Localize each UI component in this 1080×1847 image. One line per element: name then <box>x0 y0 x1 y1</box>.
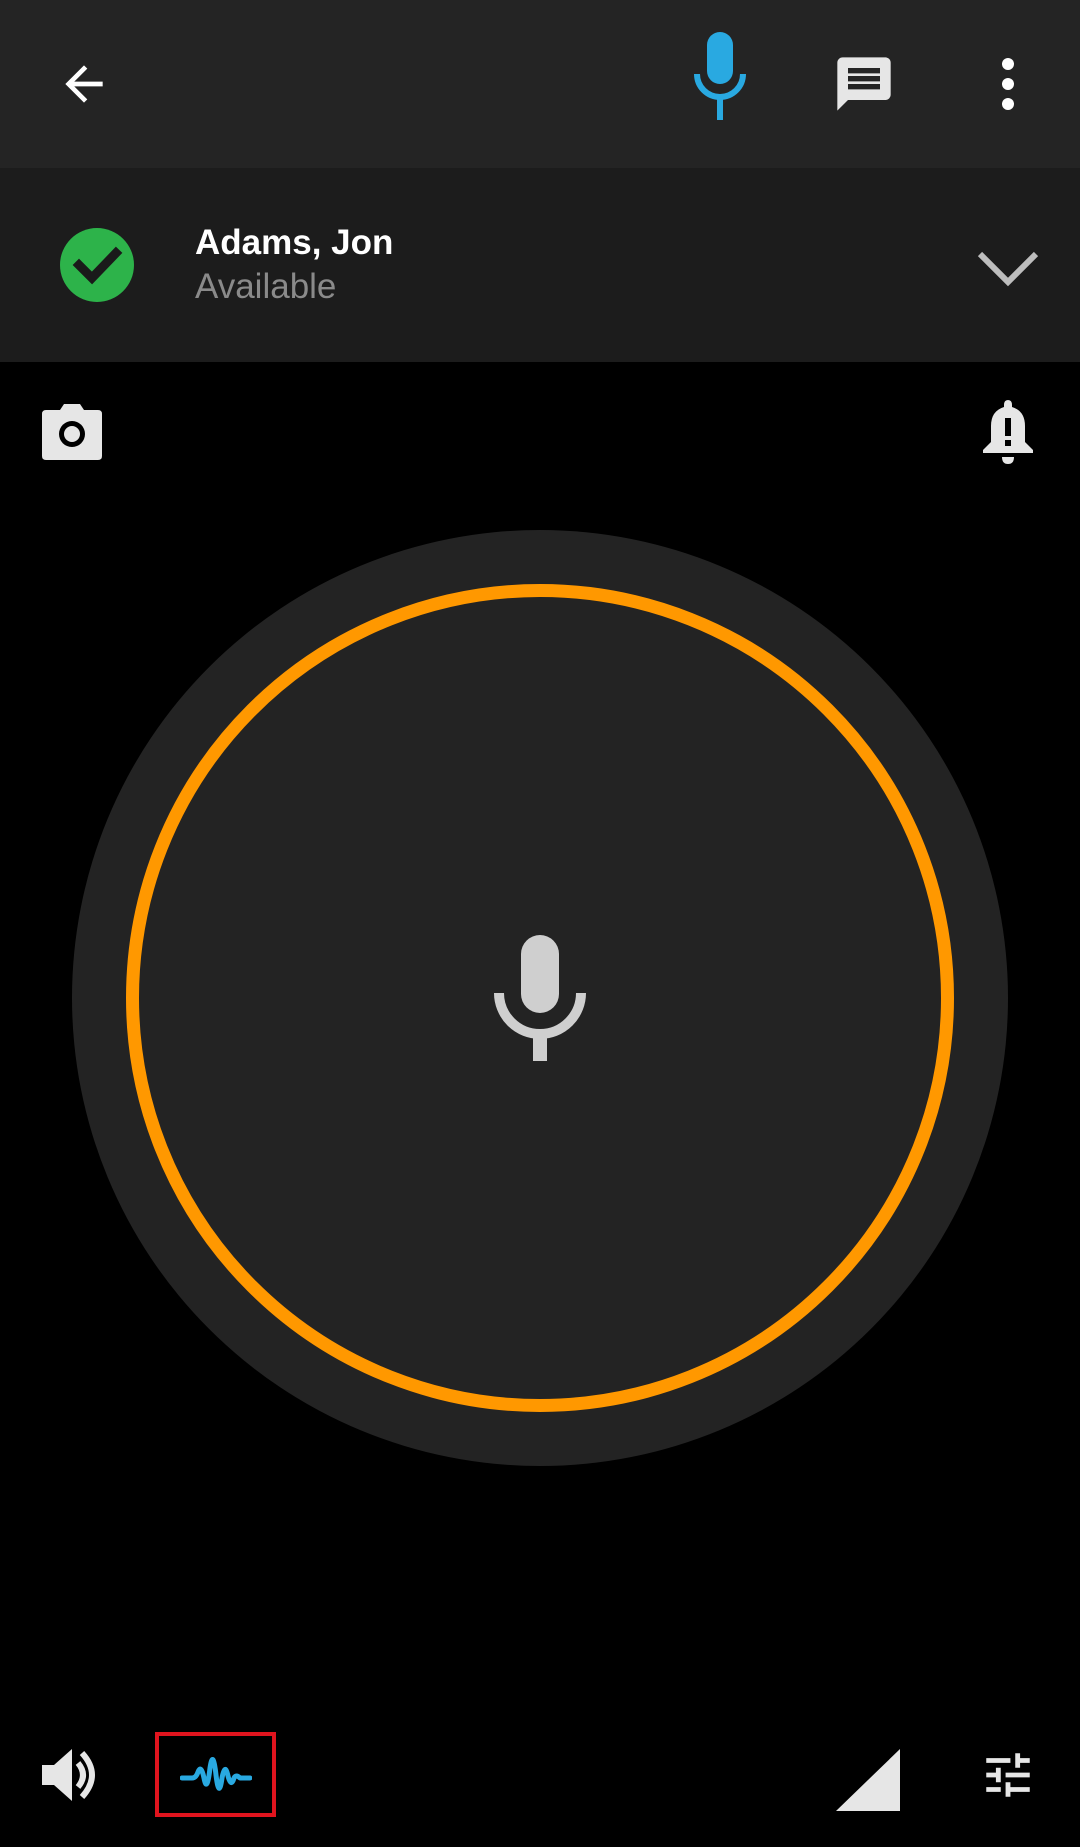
more-options-button[interactable] <box>968 44 1048 124</box>
waveform-button[interactable] <box>155 1732 276 1817</box>
mic-toggle-button[interactable] <box>680 32 760 120</box>
tune-icon <box>986 1753 1030 1797</box>
message-icon <box>837 57 891 111</box>
signal-icon <box>836 1749 900 1811</box>
back-arrow-icon <box>65 65 103 103</box>
volume-button[interactable] <box>32 1735 112 1815</box>
contact-header[interactable] <box>0 168 1080 362</box>
microphone-icon <box>494 935 586 1061</box>
microphone-icon <box>694 32 746 120</box>
alert-bell-icon <box>983 400 1033 464</box>
available-check-icon <box>60 228 134 302</box>
volume-icon <box>42 1749 95 1801</box>
back-button[interactable] <box>44 44 124 124</box>
chevron-down-icon[interactable] <box>976 248 1040 288</box>
camera-button[interactable] <box>32 392 112 472</box>
signal-indicator <box>828 1740 908 1820</box>
message-button[interactable] <box>824 44 904 124</box>
contact-status: Available <box>195 267 337 306</box>
waveform-icon <box>180 1757 252 1791</box>
contact-name: Adams, Jon <box>195 223 394 262</box>
top-toolbar <box>0 0 1080 168</box>
settings-adjust-button[interactable] <box>968 1735 1048 1815</box>
camera-icon <box>42 404 102 460</box>
more-vert-icon <box>1002 58 1014 110</box>
alert-button[interactable] <box>968 392 1048 472</box>
